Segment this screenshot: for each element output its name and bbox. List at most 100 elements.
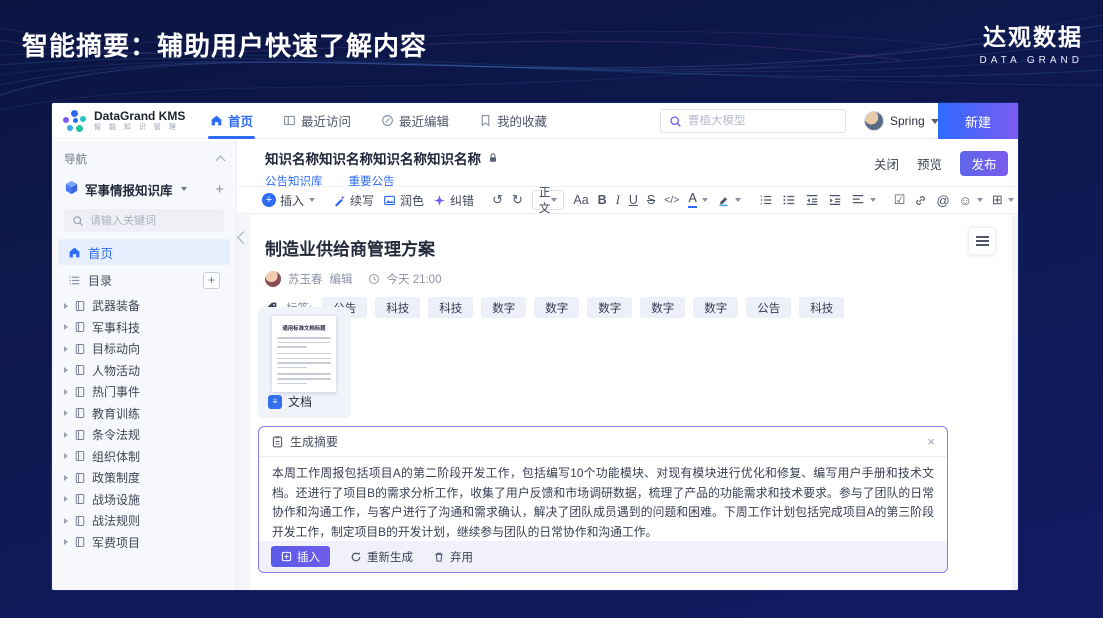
document-page[interactable]: 制造业供给商管理方案 苏玉春 编辑 今天 21:00 标签: 公告 科技 科技: [250, 215, 1012, 590]
publish-button[interactable]: 发布: [960, 151, 1008, 176]
sidebar-item-military-tech[interactable]: 军事科技: [52, 317, 236, 339]
indent-icon[interactable]: [828, 193, 842, 207]
sidebar-item-organization[interactable]: 组织体制: [52, 446, 236, 468]
highlighter-icon: [717, 194, 730, 207]
ai-correct-button[interactable]: 纠错: [433, 192, 474, 209]
align-button[interactable]: [851, 193, 876, 207]
emoji-button[interactable]: ☺: [959, 193, 983, 208]
sidebar-search-input[interactable]: [90, 215, 200, 227]
bullet-list-icon[interactable]: [782, 193, 796, 207]
image-icon: [383, 194, 396, 207]
font-color-button[interactable]: A: [688, 192, 707, 208]
outline-toggle-button[interactable]: [968, 227, 996, 255]
book-icon: [74, 364, 86, 376]
sidebar-item-battlefield[interactable]: 战场设施: [52, 489, 236, 511]
home-icon: [210, 114, 223, 127]
sidebar-item-weapons[interactable]: 武器装备: [52, 295, 236, 317]
global-search[interactable]: [660, 109, 846, 133]
add-catalog-button[interactable]: +: [203, 272, 220, 289]
paragraph-style-select[interactable]: 正文: [532, 190, 565, 210]
sidebar-search[interactable]: [64, 209, 224, 232]
datagrand-logo[interactable]: DataGrand KMS 智 能 知 识 管 理: [62, 108, 200, 134]
strikethrough-button[interactable]: S: [647, 193, 655, 207]
attachment-label: 文档: [288, 393, 312, 410]
discard-button[interactable]: 弃用: [433, 549, 473, 565]
sidebar-item-regulations[interactable]: 条令法规: [52, 424, 236, 446]
ai-continue-button[interactable]: 续写: [333, 192, 374, 209]
expand-caret-icon[interactable]: [64, 324, 68, 330]
underline-button[interactable]: U: [629, 193, 638, 207]
font-size-button[interactable]: Aa: [573, 193, 588, 207]
regenerate-button[interactable]: 重新生成: [350, 549, 413, 565]
document-title[interactable]: 制造业供给商管理方案: [250, 215, 1012, 260]
insert-summary-button[interactable]: 插入: [271, 546, 330, 567]
logo-title: DataGrand KMS: [94, 110, 185, 123]
insert-menu-button[interactable]: + 插入: [262, 192, 315, 209]
book-icon: [74, 429, 86, 441]
tab-recent-visited[interactable]: 最近访问: [283, 103, 351, 139]
user-menu[interactable]: Spring: [864, 111, 939, 131]
preview-button[interactable]: 预览: [917, 154, 942, 173]
ordered-list-icon[interactable]: [759, 193, 773, 207]
expand-caret-icon[interactable]: [64, 303, 68, 309]
book-icon: [74, 515, 86, 527]
sidebar-item-home[interactable]: 首页: [58, 239, 230, 265]
redo-icon[interactable]: ↻: [512, 192, 523, 208]
tag-pill[interactable]: 数字: [640, 297, 685, 318]
chevron-up-icon[interactable]: [216, 156, 226, 166]
tab-favorites[interactable]: 我的收藏: [479, 103, 547, 139]
expand-caret-icon[interactable]: [64, 539, 68, 545]
tab-home[interactable]: 首页: [210, 103, 253, 139]
chevron-down-icon: [702, 198, 708, 202]
mention-icon[interactable]: @: [936, 193, 949, 208]
expand-caret-icon[interactable]: [64, 496, 68, 502]
task-list-icon[interactable]: ☑: [894, 192, 906, 208]
expand-caret-icon[interactable]: [64, 453, 68, 459]
tag-pill[interactable]: 数字: [481, 297, 526, 318]
expand-caret-icon[interactable]: [64, 475, 68, 481]
sidebar-item-catalog[interactable]: 目录 +: [58, 267, 230, 293]
clipboard-icon: [271, 435, 284, 448]
highlight-button[interactable]: [717, 194, 741, 207]
new-button[interactable]: 新建: [938, 103, 1018, 139]
bold-button[interactable]: B: [598, 193, 607, 207]
sidebar-item-target-trends[interactable]: 目标动向: [52, 338, 236, 360]
ai-polish-button[interactable]: 润色: [383, 192, 424, 209]
tag-pill[interactable]: 公告: [746, 297, 791, 318]
table-button[interactable]: ⊞: [992, 192, 1014, 208]
knowledge-base-selector[interactable]: 军事情报知识库 +: [52, 174, 236, 204]
book-icon: [74, 472, 86, 484]
hamburger-icon: [976, 236, 989, 246]
expand-caret-icon[interactable]: [64, 367, 68, 373]
global-search-input[interactable]: [688, 115, 828, 127]
attachment-card[interactable]: 通用标准文档标题 ≡ 文档: [258, 307, 351, 418]
expand-caret-icon[interactable]: [64, 410, 68, 416]
expand-caret-icon[interactable]: [64, 346, 68, 352]
sidebar-item-education[interactable]: 教育训练: [52, 403, 236, 425]
tag-pill[interactable]: 科技: [428, 297, 473, 318]
sidebar-item-military-budget[interactable]: 军费项目: [52, 532, 236, 554]
close-button[interactable]: 关闭: [874, 154, 899, 173]
add-knowledge-base-button[interactable]: +: [215, 182, 224, 197]
tag-pill[interactable]: 数字: [534, 297, 579, 318]
collapse-panel-icon[interactable]: [237, 231, 250, 244]
expand-caret-icon[interactable]: [64, 432, 68, 438]
sidebar-item-hot-events[interactable]: 热门事件: [52, 381, 236, 403]
link-icon[interactable]: [914, 194, 927, 207]
close-icon[interactable]: ×: [927, 435, 935, 448]
italic-button[interactable]: I: [616, 193, 620, 208]
sidebar-item-tactics[interactable]: 战法规则: [52, 510, 236, 532]
tag-pill[interactable]: 科技: [799, 297, 844, 318]
code-button[interactable]: </>: [664, 194, 679, 206]
top-navbar: DataGrand KMS 智 能 知 识 管 理 首页 最近访问 最近编辑: [52, 103, 1018, 139]
expand-caret-icon[interactable]: [64, 389, 68, 395]
sidebar-item-policy[interactable]: 政策制度: [52, 467, 236, 489]
tag-pill[interactable]: 数字: [587, 297, 632, 318]
tag-pill[interactable]: 科技: [375, 297, 420, 318]
outdent-icon[interactable]: [805, 193, 819, 207]
tag-pill[interactable]: 数字: [693, 297, 738, 318]
sidebar-item-person-activity[interactable]: 人物活动: [52, 360, 236, 382]
expand-caret-icon[interactable]: [64, 518, 68, 524]
tab-recent-edited[interactable]: 最近编辑: [381, 103, 449, 139]
undo-icon[interactable]: ↺: [492, 192, 503, 208]
